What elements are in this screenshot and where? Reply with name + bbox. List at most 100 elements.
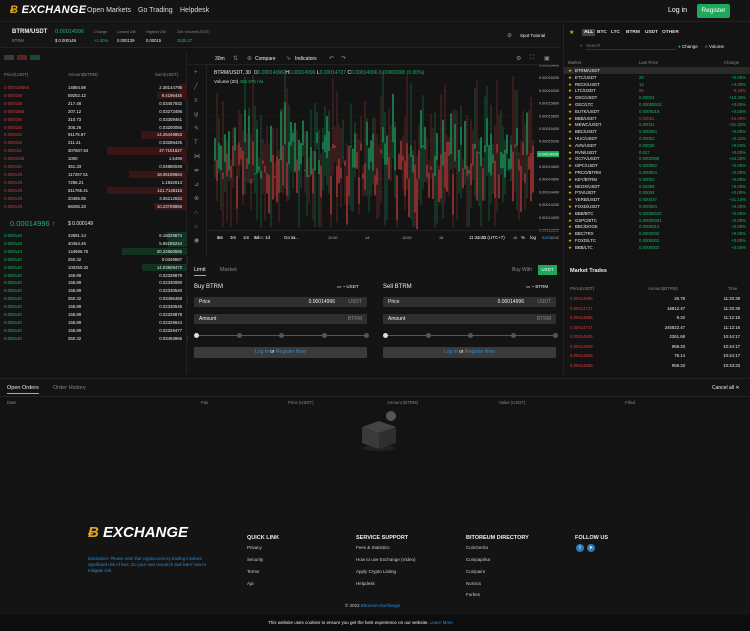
candlestick-plot[interactable]: 0.00016400 0.00016200 0.00016000 0.00015800… (207, 65, 559, 257)
slider-dot[interactable] (279, 333, 284, 338)
market-row[interactable]: ★ AVN/USDT 0.00020 +0.03% (564, 142, 750, 149)
market-row[interactable]: ★ PRCO/BTRM 0.000004 +0.00% (564, 169, 750, 176)
login-link[interactable]: Log in (668, 7, 687, 14)
bid-row[interactable]: 0.000140 100250.32 14.03509472 (0, 263, 187, 272)
link-privacy[interactable]: Privacy (247, 545, 262, 550)
link-forbes[interactable]: Forbes (466, 592, 480, 597)
cancel-all-button[interactable]: Cancel all ✕ (712, 385, 740, 391)
bid-row[interactable]: 0.000140 250.32 0.0349587 (0, 255, 187, 264)
bid-row[interactable]: 0.000140 168.89 0.02330645 (0, 303, 187, 311)
slider-dot[interactable] (194, 333, 199, 338)
link-fees[interactable]: Fees & Statistics (356, 545, 390, 550)
market-search-input[interactable] (586, 41, 676, 50)
bid-row[interactable]: 0.000140 168.89 0.02329477 (0, 326, 187, 335)
buy-price-field[interactable]: Price 0.00014996 USDT (194, 297, 367, 307)
favorites-star-icon[interactable]: ★ (569, 29, 574, 36)
ruler-icon[interactable]: ⊿ (194, 182, 202, 188)
buy-login-button[interactable]: Log in or Register Now (194, 347, 367, 358)
hline-icon[interactable]: ≡ (194, 98, 202, 104)
star-icon[interactable]: ★ (568, 245, 572, 251)
link-coinpaprika[interactable]: Coinpaprika (466, 557, 490, 562)
market-row[interactable]: ★ BBC/TRX 0.0000002 +0.00% (564, 230, 750, 237)
eye-icon[interactable]: ◉ (194, 238, 202, 244)
ask-row[interactable]: 0.000149 117267.51 18.06199664 (0, 170, 187, 179)
market-row[interactable]: ★ BUTK/USDT 0.0000016 +0.00% (564, 108, 750, 115)
footer-logo[interactable]: Ƀ EXCHANGE (88, 524, 188, 541)
market-row[interactable]: ★ OCTA/USDT 0.0000988 +44.33% (564, 155, 750, 162)
link-security[interactable]: Security (247, 557, 263, 562)
lock-icon[interactable]: ⌂ (194, 224, 202, 230)
view-asks-icon[interactable] (17, 55, 27, 60)
tab-market[interactable]: Market (220, 267, 237, 273)
market-row[interactable]: ★ GSPC/BTC 0.00000001 +0.00% (564, 217, 750, 224)
nav-go-trading[interactable]: Go Trading (138, 7, 173, 14)
link-helpdesk[interactable]: Helpdesk (356, 581, 375, 586)
market-tab-btrm[interactable]: BTRM (624, 29, 642, 36)
twitter-icon[interactable]: t (576, 544, 584, 552)
ask-row[interactable]: 0.000159666 14884.98 2.38144795 (0, 84, 187, 92)
copyright-link[interactable]: Bitoreum Exchange (361, 603, 400, 608)
market-row[interactable]: ★ BTRM/USDT (564, 67, 750, 74)
market-row[interactable]: ★ RECK/USDT 14 +4.60% (564, 81, 750, 88)
market-tab-all[interactable]: ALL (582, 29, 596, 36)
market-tab-usdt[interactable]: USDT (643, 29, 660, 36)
register-button[interactable]: Register (697, 4, 730, 18)
ask-row[interactable]: 0.000149 7296.21 1.1932013 (0, 178, 187, 187)
sell-login-button[interactable]: Log in or Register Now (383, 347, 556, 358)
slider-dot[interactable] (510, 333, 516, 338)
bid-row[interactable]: 0.000140 168.89 0.02330080 (0, 279, 187, 287)
market-row[interactable]: ★ BBB/USDT 0.00081 -16.49% (564, 115, 750, 122)
compare-icon[interactable]: ⊕ (247, 55, 252, 62)
ask-row[interactable]: 0.000150 351.33 0.04880048 (0, 163, 187, 171)
slider-dot[interactable] (553, 333, 558, 338)
ask-row[interactable]: 0.0001566 207.12 0.03272496 (0, 107, 187, 116)
market-row[interactable]: ★ BBC/USDT 0.000054 +0.00% (564, 128, 750, 135)
ask-row[interactable]: 0.000153 91176.97 14.25449853 (0, 131, 187, 139)
slider-dot[interactable] (383, 333, 388, 338)
slider-dot[interactable] (425, 333, 431, 338)
market-row[interactable]: ★ ISPC/USDT 0.000062 +0.00% (564, 162, 750, 169)
slider-dot[interactable] (468, 333, 473, 338)
trendline-icon[interactable]: ╱ (194, 84, 202, 90)
market-row[interactable]: ★ NEOX/USDT 0.00465 +0.00% (564, 183, 750, 190)
ask-row[interactable]: 0.000155 205.26 0.03200055 (0, 123, 187, 132)
market-row[interactable]: ★ FOXD/USDT 0.000004 +0.00% (564, 203, 750, 210)
ask-row[interactable]: 0.000151 307607.54 47.7101627 (0, 147, 187, 155)
ask-row[interactable]: 0.000159 59252.12 9.4196445 (0, 91, 187, 100)
tab-limit[interactable]: Limit (194, 267, 206, 276)
market-row[interactable]: ★ RVN/USDT 0.027 +0.00% (564, 149, 750, 156)
percent-toggle[interactable]: % (521, 235, 525, 240)
market-row[interactable]: ★ BBB/BTC 0.00000010 +0.00% (564, 210, 750, 217)
link-api[interactable]: Api (247, 581, 254, 586)
market-tab-other[interactable]: OTHER (660, 29, 681, 36)
ask-row[interactable]: 0.000149 68265.33 10.23708866 (0, 202, 187, 211)
slider-dot[interactable] (236, 333, 242, 338)
market-row[interactable]: ★ BBB/LTC 0.0000002 +0.00% (564, 244, 750, 251)
fullscreen-icon[interactable]: ⛶ (530, 55, 534, 62)
link-terms[interactable]: Terms (247, 569, 259, 574)
market-row[interactable]: ★ MEWC/USDT 0.00031 +31.42% (564, 121, 750, 128)
link-nomics[interactable]: Nomics (466, 581, 481, 586)
market-row[interactable]: ★ FOXD/LTC 0.0000002 +0.00% (564, 237, 750, 244)
auto-toggle[interactable]: auto (542, 235, 551, 240)
chart-type-icon[interactable]: ⇅ (233, 55, 238, 62)
bid-row[interactable]: 0.000146 43691.14 6.15029874 (0, 232, 187, 240)
buy-amount-field[interactable]: Amount BTRM (194, 314, 367, 324)
ask-row[interactable]: 0.000149 811765.41 121.7148115 (0, 186, 187, 195)
range-6m[interactable]: 6m (217, 235, 223, 240)
sell-price-field[interactable]: Price 0.00014996 USDT (383, 297, 556, 307)
undo-icon[interactable]: ↶ (329, 55, 334, 62)
brush-icon[interactable]: ✎ (194, 126, 202, 132)
bid-row[interactable]: 0.000144 144696.75 20.22660585 (0, 247, 187, 256)
link-coingecko[interactable]: CoinGecko (466, 545, 488, 550)
link-listing[interactable]: Apply Crypto Listing (356, 569, 396, 574)
market-row[interactable]: ★ YERB/USDT 0.000037 +41.13% (564, 196, 750, 203)
sell-amount-field[interactable]: Amount BTRM (383, 314, 556, 324)
view-bids-icon[interactable] (30, 55, 40, 60)
indicators-button[interactable]: Indicators (295, 56, 317, 62)
link-howto[interactable]: How to use Exchange (Video) (356, 557, 415, 562)
slider-dot[interactable] (321, 333, 327, 338)
bid-row[interactable]: 0.000145 40454.46 5.86185244 (0, 239, 187, 248)
market-row[interactable]: ★ PTA/USDT 0.00004 +0.00% (564, 189, 750, 196)
tutorial-icon[interactable]: ⊕ (507, 32, 512, 39)
